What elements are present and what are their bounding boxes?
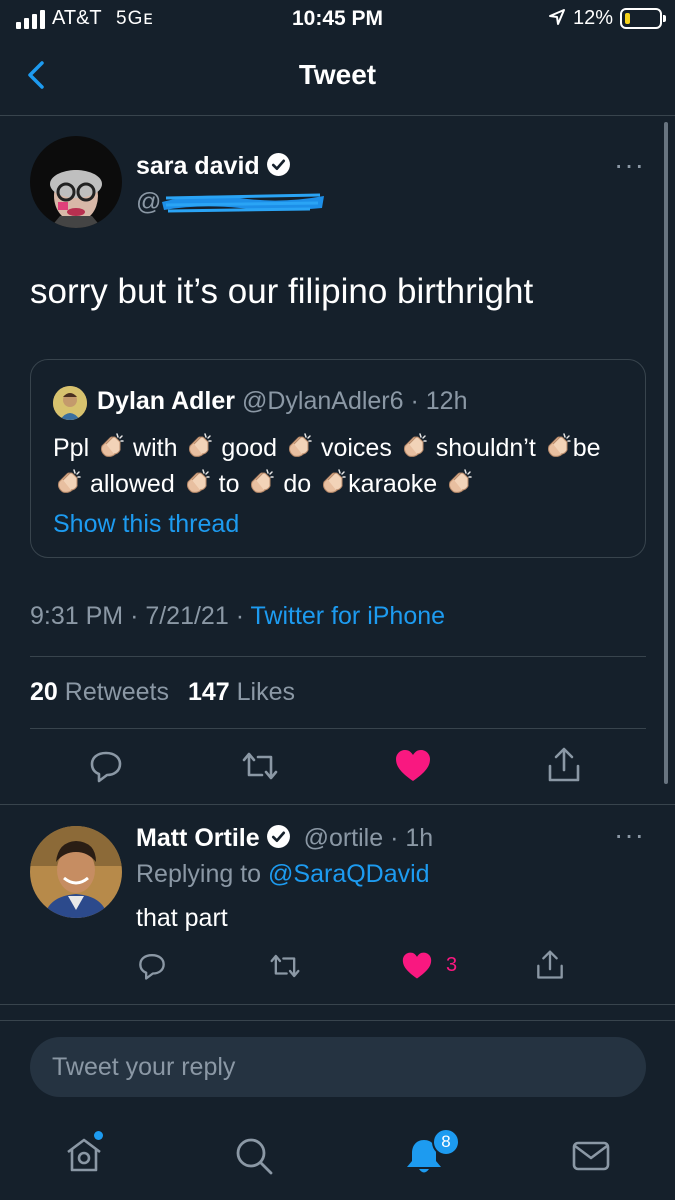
reply-button[interactable]: [88, 748, 124, 784]
reply-text: that part: [136, 904, 228, 932]
heart-filled-icon: [396, 750, 430, 781]
like-count[interactable]: 147: [188, 678, 230, 706]
tweet-date: · 7/21/21 ·: [130, 602, 245, 630]
home-icon: [67, 1138, 101, 1172]
quoted-word: allowed: [89, 470, 175, 498]
retweets-label[interactable]: Retweets: [65, 678, 169, 706]
divider: [0, 1020, 675, 1021]
quoted-word: with: [133, 434, 178, 462]
quoted-word: do: [283, 470, 312, 498]
status-bar: AT&T 5Gᴇ 10:45 PM 12%: [0, 0, 675, 40]
quoted-tweet-age: · 12h: [410, 387, 468, 415]
heart-filled-icon: [402, 952, 432, 979]
more-options-icon[interactable]: ···: [614, 151, 645, 179]
page-title: Tweet: [298, 59, 377, 90]
replying-to-line: Replying to @SaraQDavid: [136, 860, 430, 889]
redaction-scribble: [160, 190, 326, 214]
reply-author-handle[interactable]: @ortile: [304, 824, 384, 852]
more-options-icon[interactable]: ···: [614, 821, 645, 849]
reply-author-avatar[interactable]: [30, 826, 122, 918]
clapping-hands-icon: [96, 432, 126, 460]
clapping-hands-icon: [284, 432, 314, 460]
reply-like-button[interactable]: [401, 951, 433, 981]
replying-to-label: Replying to: [136, 860, 262, 888]
clapping-hands-icon: [53, 468, 83, 496]
reply-share-button[interactable]: [535, 949, 565, 981]
battery-icon: [620, 8, 666, 29]
quoted-word: voices: [320, 434, 392, 462]
home-notification-dot: [94, 1131, 103, 1140]
reply-compose-input[interactable]: Tweet your reply: [30, 1037, 646, 1097]
quoted-word: good: [221, 434, 278, 462]
author-name[interactable]: sara david: [136, 152, 260, 180]
quoted-word: shouldn’t: [435, 434, 536, 462]
search-icon: [236, 1138, 273, 1175]
share-icon: [537, 950, 563, 979]
divider: [0, 1004, 675, 1005]
replying-to-handle[interactable]: @SaraQDavid: [268, 860, 430, 888]
tweet-source-link[interactable]: Twitter for iPhone: [251, 602, 446, 630]
retweet-count[interactable]: 20: [30, 678, 58, 706]
retweet-icon: [270, 954, 300, 978]
quoted-author-line: Dylan Adler @DylanAdler6 · 12h: [97, 387, 467, 416]
reply-age: · 1h: [390, 824, 434, 852]
reply-retweet-button[interactable]: [268, 951, 302, 981]
quoted-tweet-card[interactable]: Dylan Adler @DylanAdler6 · 12h Ppl with …: [30, 359, 646, 558]
likes-label[interactable]: Likes: [237, 678, 295, 706]
notifications-badge: 8: [432, 1128, 460, 1156]
retweet-icon: [242, 752, 278, 780]
clapping-hands-icon: [444, 468, 474, 496]
quoted-word: to: [218, 470, 240, 498]
top-navigation: Tweet: [0, 44, 675, 116]
tweet-time: 9:31 PM: [30, 602, 124, 630]
divider: [30, 656, 646, 657]
quoted-word: be: [572, 434, 601, 462]
quoted-word: Ppl: [53, 434, 90, 462]
messages-icon: [572, 1141, 610, 1171]
clapping-hands-icon: [246, 468, 276, 496]
clapping-hands-icon: [543, 432, 573, 460]
clapping-hands-icon: [182, 468, 212, 496]
reply-author-line: Matt Ortile @ortile · 1h: [136, 824, 433, 853]
share-icon: [548, 747, 580, 782]
author-handle[interactable]: @: [136, 188, 161, 216]
show-thread-link[interactable]: Show this thread: [53, 510, 239, 539]
reply-icon: [90, 751, 122, 783]
quoted-word: karaoke: [348, 470, 438, 498]
quoted-author-avatar: [53, 386, 87, 420]
like-button[interactable]: [394, 748, 432, 784]
location-arrow-icon: [548, 8, 566, 26]
tweet-metadata: 9:31 PM · 7/21/21 · Twitter for iPhone: [30, 602, 445, 631]
quoted-author-name: Dylan Adler: [97, 387, 236, 415]
tab-home[interactable]: [64, 1136, 104, 1174]
author-handle-line: @: [136, 188, 161, 217]
retweet-button[interactable]: [240, 748, 280, 784]
clapping-hands-icon: [399, 432, 429, 460]
tweet-text: sorry but it’s our filipino birthright: [30, 272, 534, 311]
clapping-hands-icon: [184, 432, 214, 460]
verified-badge-icon: [266, 824, 291, 849]
reply-reply-button[interactable]: [137, 951, 167, 981]
tab-messages[interactable]: [572, 1140, 610, 1172]
quoted-tweet-text: Ppl with good voices shouldn’t be allowe…: [53, 430, 633, 502]
scrollbar[interactable]: [664, 122, 668, 784]
share-button[interactable]: [546, 746, 582, 784]
clapping-hands-icon: [318, 468, 348, 496]
tweet-stats: 20 Retweets 147 Likes: [30, 678, 295, 707]
reply-icon: [139, 954, 165, 980]
reply-author-name[interactable]: Matt Ortile: [136, 824, 260, 852]
divider: [0, 804, 675, 805]
author-avatar[interactable]: [30, 136, 122, 228]
reply-like-count: 3: [446, 954, 458, 976]
quoted-author-handle: @DylanAdler6: [241, 387, 404, 415]
battery-percentage: 12%: [573, 7, 614, 29]
verified-badge-icon: [266, 152, 291, 177]
divider: [30, 728, 646, 729]
tab-search[interactable]: [234, 1136, 274, 1176]
author-line: sara david: [136, 152, 291, 181]
